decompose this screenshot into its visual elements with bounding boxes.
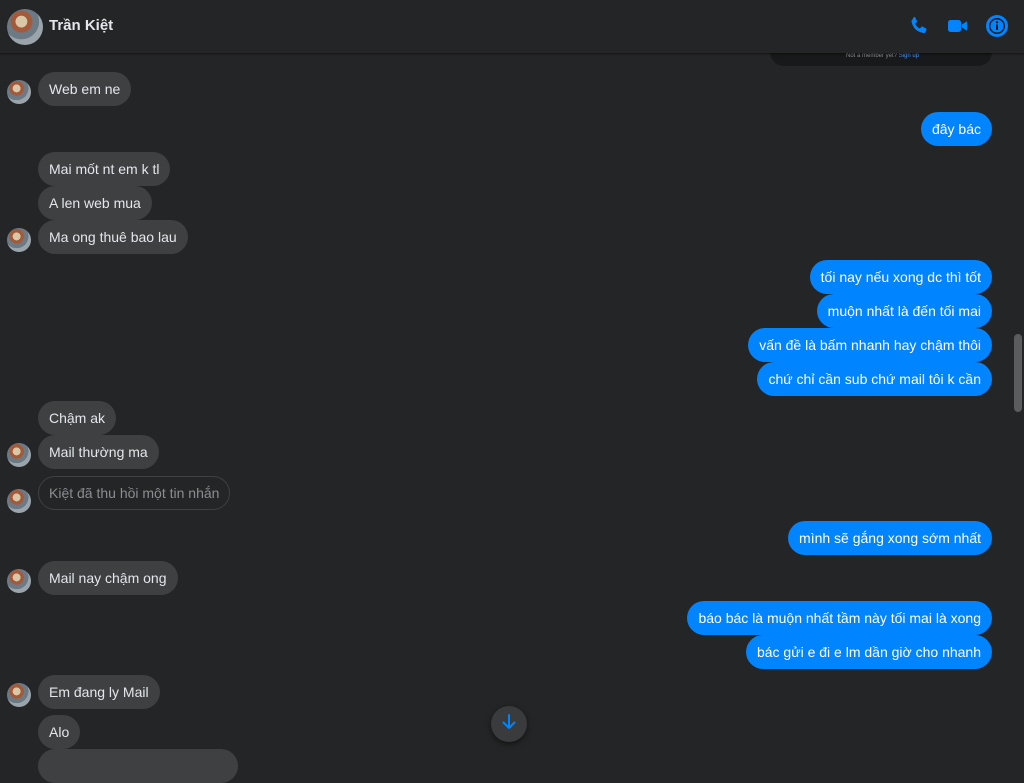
- avatar[interactable]: [7, 228, 31, 252]
- avatar[interactable]: [7, 80, 31, 104]
- avatar[interactable]: [7, 683, 31, 707]
- message-outgoing[interactable]: muộn nhất là đến tối mai: [816, 294, 992, 328]
- avatar[interactable]: [7, 443, 31, 467]
- message-incoming[interactable]: Em đang ly Mail: [38, 675, 160, 709]
- message-outgoing[interactable]: bác gửi e đi e lm dần giờ cho nhanh: [745, 635, 992, 669]
- message-outgoing[interactable]: mình sẽ gắng xong sớm nhất: [788, 521, 992, 555]
- contact-name[interactable]: Trần Kiệt: [49, 17, 113, 34]
- phone-icon[interactable]: [907, 14, 931, 38]
- preview-text: Not a member yet? Sign up: [846, 53, 920, 59]
- scroll-to-bottom-button[interactable]: [491, 706, 527, 742]
- message-incoming[interactable]: Chậm ak: [38, 401, 117, 435]
- avatar[interactable]: [7, 489, 31, 513]
- message-incoming[interactable]: Web em ne: [38, 72, 132, 106]
- message-incoming-partial[interactable]: [38, 749, 238, 783]
- message-incoming[interactable]: Mai mốt nt em k tl: [38, 152, 171, 186]
- avatar[interactable]: [7, 9, 43, 45]
- chat-header: Trần Kiệt: [0, 0, 1024, 53]
- preview-link[interactable]: Sign up: [899, 53, 919, 59]
- message-incoming[interactable]: Alo: [38, 715, 81, 749]
- message-outgoing[interactable]: đây bác: [920, 112, 992, 146]
- info-icon[interactable]: [985, 14, 1009, 38]
- arrow-down-icon: [500, 713, 518, 736]
- message-outgoing[interactable]: báo bác là muộn nhất tầm này tối mai là …: [687, 601, 992, 635]
- contact-avatar[interactable]: [7, 9, 43, 45]
- message-incoming[interactable]: Ma ong thuê bao lau: [38, 220, 188, 254]
- video-camera-icon[interactable]: [946, 14, 970, 38]
- avatar[interactable]: [7, 569, 31, 593]
- message-outgoing[interactable]: vấn đề là bấm nhanh hay chậm thôi: [748, 328, 992, 362]
- message-incoming[interactable]: A len web mua: [38, 186, 152, 220]
- message-outgoing[interactable]: tối nay nếu xong dc thì tốt: [809, 260, 992, 294]
- scrollbar-thumb[interactable]: [1014, 334, 1022, 412]
- recalled-message: Kiệt đã thu hồi một tin nhắn: [38, 476, 231, 510]
- message-incoming[interactable]: Mail thường ma: [38, 435, 159, 469]
- message-outgoing[interactable]: chứ chỉ cần sub chứ mail tôi k cần: [757, 362, 992, 396]
- message-incoming[interactable]: Mail nay chậm ong: [38, 561, 178, 595]
